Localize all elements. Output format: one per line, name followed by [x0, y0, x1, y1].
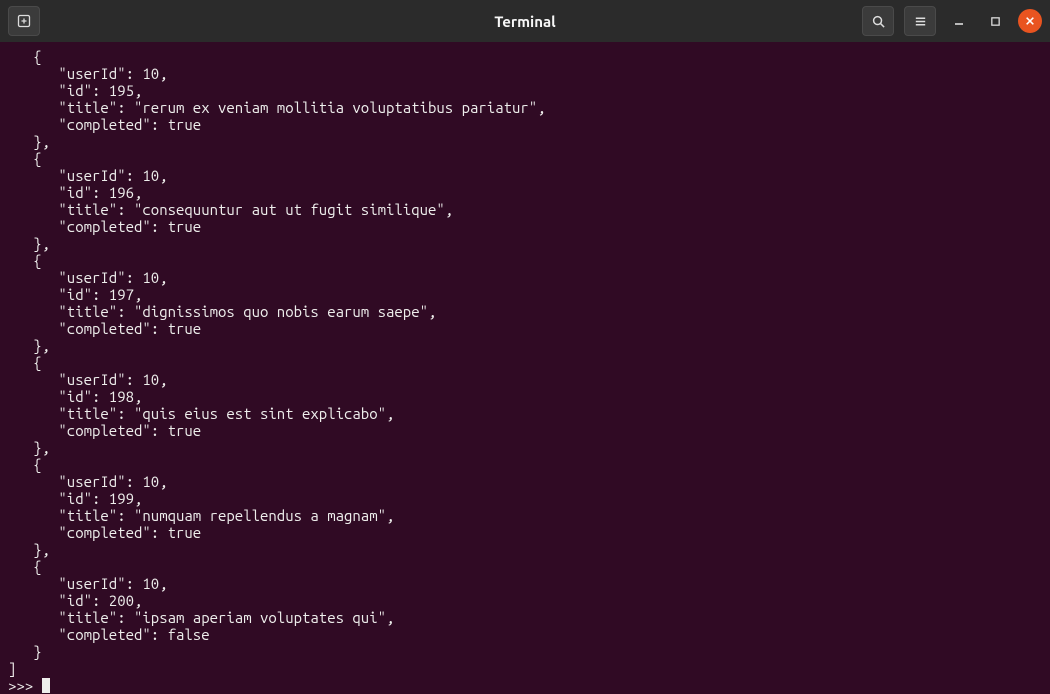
array-close: ] — [8, 660, 16, 677]
titlebar-right — [862, 6, 1042, 36]
cursor — [42, 678, 50, 693]
close-button[interactable] — [1018, 9, 1042, 33]
hamburger-icon — [913, 14, 928, 29]
terminal-output[interactable]: { "userId": 10, "id": 195, "title": "rer… — [0, 42, 1050, 694]
minimize-button[interactable] — [946, 6, 972, 36]
window-title: Terminal — [494, 13, 555, 30]
search-button[interactable] — [862, 6, 894, 36]
maximize-button[interactable] — [982, 6, 1008, 36]
new-tab-button[interactable] — [8, 6, 40, 36]
prompt: >>> — [8, 677, 42, 694]
close-icon — [1025, 16, 1035, 26]
new-tab-icon — [16, 13, 32, 29]
minimize-icon — [953, 15, 965, 27]
titlebar-left — [8, 6, 40, 36]
menu-button[interactable] — [904, 6, 936, 36]
titlebar: Terminal — [0, 0, 1050, 42]
maximize-icon — [990, 16, 1001, 27]
search-icon — [871, 14, 886, 29]
json-output-text: { "userId": 10, "id": 195, "title": "rer… — [8, 48, 546, 660]
